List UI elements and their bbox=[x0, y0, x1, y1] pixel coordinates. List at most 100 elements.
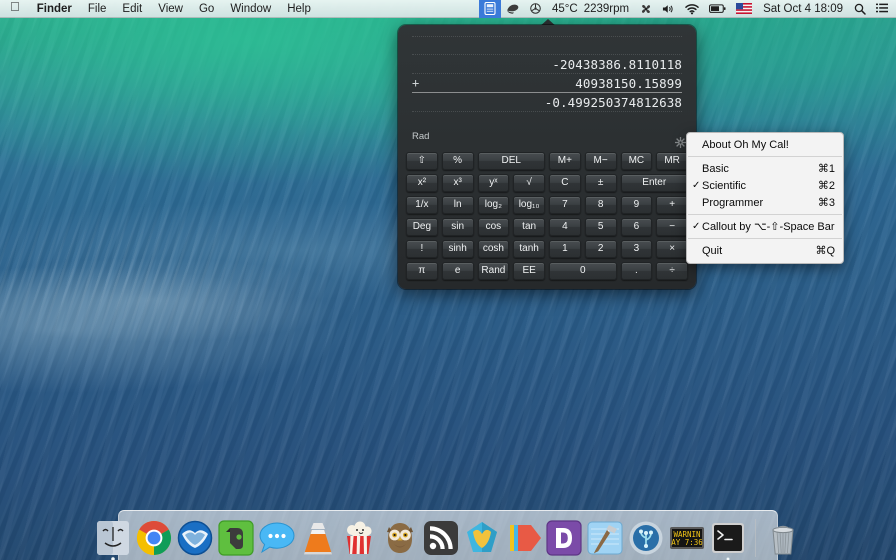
dock-item-owl-app[interactable] bbox=[381, 519, 419, 557]
notification-center-icon[interactable] bbox=[871, 0, 893, 18]
dock-item-vlc[interactable] bbox=[299, 519, 337, 557]
digit-9-key[interactable]: 9 bbox=[620, 196, 653, 214]
digit-3-key[interactable]: 3 bbox=[620, 240, 653, 258]
ohmycal-window: -20438386.8110118 + 40938150.15899 -0.49… bbox=[398, 25, 696, 289]
dock-item-terminal[interactable] bbox=[709, 519, 747, 560]
menu-item-label: Programmer bbox=[702, 196, 764, 209]
memory-sub-key[interactable]: M− bbox=[584, 152, 617, 170]
dock-item-messages[interactable] bbox=[258, 519, 296, 557]
wifi-icon[interactable] bbox=[680, 0, 704, 18]
digit-5-key[interactable]: 5 bbox=[584, 218, 617, 236]
alfred-hat-icon[interactable] bbox=[501, 0, 525, 18]
cube-key[interactable]: x³ bbox=[441, 174, 474, 192]
ohmycal-menubar-icon[interactable] bbox=[478, 0, 501, 18]
menu-item-about[interactable]: About Oh My Cal! bbox=[687, 136, 843, 153]
digit-8-key[interactable]: 8 bbox=[584, 196, 617, 214]
plus-minus-key[interactable]: ± bbox=[584, 174, 617, 192]
menu-item-scientific[interactable]: ✓ Scientific ⌘2 bbox=[687, 177, 843, 194]
menu-view[interactable]: View bbox=[150, 0, 191, 18]
fan-icon[interactable] bbox=[635, 0, 657, 18]
digit-4-key[interactable]: 4 bbox=[549, 218, 581, 236]
divide-key[interactable]: ÷ bbox=[656, 262, 688, 280]
menu-window[interactable]: Window bbox=[222, 0, 279, 18]
dock-item-xcode[interactable] bbox=[586, 519, 624, 557]
euler-key[interactable]: e bbox=[441, 262, 474, 280]
digit-1-key[interactable]: 1 bbox=[549, 240, 581, 258]
dock-item-popcorn-time[interactable] bbox=[340, 519, 378, 557]
decimal-point-key[interactable]: . bbox=[620, 262, 653, 280]
log2-key[interactable]: log₂ bbox=[477, 196, 510, 214]
percent-key[interactable]: % bbox=[441, 152, 474, 170]
dock-item-thunderbird[interactable] bbox=[176, 519, 214, 557]
menu-edit[interactable]: Edit bbox=[114, 0, 150, 18]
sin-key[interactable]: sin bbox=[441, 218, 474, 236]
sqrt-key[interactable]: √ bbox=[513, 174, 545, 192]
square-key[interactable]: x² bbox=[406, 174, 438, 192]
exponent-key[interactable]: EE bbox=[513, 262, 545, 280]
dock-item-led-clock[interactable]: WARNIN AY 7:36 bbox=[668, 519, 706, 557]
dock-item-evernote[interactable] bbox=[217, 519, 255, 557]
gear-icon[interactable] bbox=[675, 133, 686, 148]
shift-key[interactable]: ⇧ bbox=[406, 152, 438, 170]
digit-0-key[interactable]: 0 bbox=[549, 262, 617, 280]
display-value: -0.499250374812638 bbox=[544, 94, 682, 110]
menu-item-quit[interactable]: Quit ⌘Q bbox=[687, 242, 843, 259]
menu-bar-left:  Finder File Edit View Go Window Help bbox=[0, 0, 319, 17]
us-flag-icon[interactable] bbox=[731, 0, 757, 18]
tan-key[interactable]: tan bbox=[513, 218, 545, 236]
dock-item-dash[interactable] bbox=[545, 519, 583, 557]
temperature-monitor-icon[interactable] bbox=[525, 0, 546, 18]
enter-key[interactable]: Enter bbox=[620, 174, 688, 192]
sinh-key[interactable]: sinh bbox=[441, 240, 474, 258]
dock-item-wunderlist[interactable] bbox=[463, 519, 501, 557]
cos-key[interactable]: cos bbox=[477, 218, 510, 236]
dock-item-finder[interactable] bbox=[94, 519, 132, 560]
display-value: 40938150.15899 bbox=[575, 75, 682, 91]
digit-2-key[interactable]: 2 bbox=[584, 240, 617, 258]
menu-bar-status-area: 45°C 2239rpm Sat Oct 4 18:09 bbox=[478, 0, 896, 18]
menu-finder[interactable]: Finder bbox=[29, 0, 80, 18]
menu-item-shortcut: ⌘3 bbox=[817, 197, 835, 209]
multiply-key[interactable]: × bbox=[656, 240, 688, 258]
dock-item-chrome[interactable] bbox=[135, 519, 173, 557]
apple-logo-icon[interactable]:  bbox=[0, 0, 29, 18]
dock-item-trash[interactable] bbox=[764, 519, 802, 557]
degree-key[interactable]: Deg bbox=[406, 218, 438, 236]
battery-icon[interactable] bbox=[704, 0, 731, 18]
ln-key[interactable]: ln bbox=[441, 196, 474, 214]
clock-datetime[interactable]: Sat Oct 4 18:09 bbox=[757, 0, 849, 18]
log10-key[interactable]: log₁₀ bbox=[513, 196, 545, 214]
menu-item-callout[interactable]: ✓ Callout by ⌥-⇧-Space Bar bbox=[687, 218, 843, 235]
random-key[interactable]: Rand bbox=[477, 262, 510, 280]
digit-6-key[interactable]: 6 bbox=[620, 218, 653, 236]
subtract-key[interactable]: − bbox=[656, 218, 688, 236]
dock-item-sourcetree[interactable] bbox=[627, 519, 665, 557]
factorial-key[interactable]: ! bbox=[406, 240, 438, 258]
menu-separator bbox=[688, 238, 842, 239]
menu-file[interactable]: File bbox=[80, 0, 115, 18]
memory-clear-key[interactable]: MC bbox=[620, 152, 653, 170]
delete-key[interactable]: DEL bbox=[477, 152, 545, 170]
search-icon[interactable] bbox=[849, 0, 871, 18]
memory-recall-key[interactable]: MR bbox=[656, 152, 688, 170]
memory-add-key[interactable]: M+ bbox=[549, 152, 581, 170]
dock-item-colors-app[interactable] bbox=[504, 519, 542, 557]
menu-separator bbox=[688, 156, 842, 157]
dock-item-rss-reader[interactable] bbox=[422, 519, 460, 557]
power-key[interactable]: yˣ bbox=[477, 174, 510, 192]
temperature-value: 45°C bbox=[551, 2, 578, 15]
digit-7-key[interactable]: 7 bbox=[549, 196, 581, 214]
add-key[interactable]: + bbox=[656, 196, 688, 214]
menu-item-label: Quit bbox=[702, 244, 723, 257]
menu-go[interactable]: Go bbox=[191, 0, 222, 18]
reciprocal-key[interactable]: 1/x bbox=[406, 196, 438, 214]
cosh-key[interactable]: cosh bbox=[477, 240, 510, 258]
menu-item-programmer[interactable]: Programmer ⌘3 bbox=[687, 194, 843, 211]
pi-key[interactable]: π bbox=[406, 262, 438, 280]
menu-help[interactable]: Help bbox=[279, 0, 319, 18]
clear-key[interactable]: C bbox=[549, 174, 581, 192]
speaker-icon[interactable] bbox=[657, 0, 680, 18]
menu-bar:  Finder File Edit View Go Window Help bbox=[0, 0, 896, 18]
tanh-key[interactable]: tanh bbox=[513, 240, 545, 258]
menu-item-basic[interactable]: Basic ⌘1 bbox=[687, 160, 843, 177]
